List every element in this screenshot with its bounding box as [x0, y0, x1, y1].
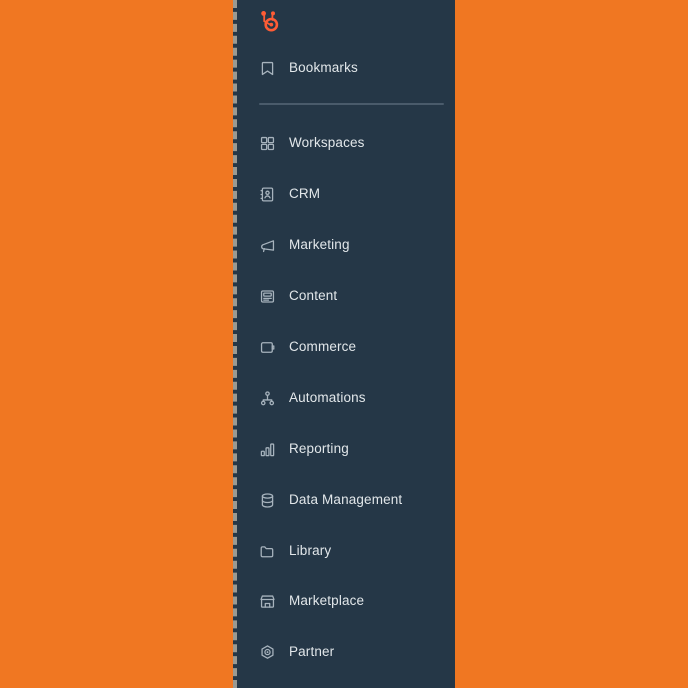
sidebar-item-content[interactable]: Content	[237, 279, 459, 313]
sidebar-item-commerce[interactable]: Commerce	[237, 330, 459, 364]
database-icon	[258, 491, 276, 509]
app-root: Bookmarks Workspaces CRM Marketing Conte…	[0, 0, 688, 688]
sidebar-item-label: Marketplace	[289, 593, 365, 609]
folder-icon	[258, 542, 276, 560]
sidebar-item-marketing[interactable]: Marketing	[237, 228, 459, 262]
left-navigation-sidebar: Bookmarks Workspaces CRM Marketing Conte…	[233, 0, 455, 688]
sidebar-item-crm[interactable]: CRM	[237, 177, 459, 211]
workflow-icon	[258, 389, 276, 407]
sidebar-item-label: Library	[289, 543, 332, 559]
wallet-icon	[258, 338, 276, 356]
contact-card-icon	[258, 185, 276, 203]
grid-icon	[258, 134, 276, 152]
megaphone-icon	[258, 236, 276, 254]
sidebar-item-label: Bookmarks	[289, 60, 358, 76]
sidebar-item-workspaces[interactable]: Workspaces	[237, 126, 459, 160]
sidebar-divider	[259, 103, 444, 105]
sidebar-item-label: Automations	[289, 390, 366, 406]
sidebar-item-label: Data Management	[289, 492, 403, 508]
sidebar-item-label: Workspaces	[289, 135, 365, 151]
sidebar-item-label: Partner	[289, 644, 335, 660]
newspaper-icon	[258, 287, 276, 305]
hubspot-logo[interactable]	[256, 6, 286, 36]
sidebar-item-bookmarks[interactable]: Bookmarks	[237, 51, 459, 85]
sidebar-item-label: CRM	[289, 186, 321, 202]
sidebar-item-marketplace[interactable]: Marketplace	[237, 584, 459, 618]
sidebar-item-label: Content	[289, 288, 338, 304]
sidebar-item-reporting[interactable]: Reporting	[237, 432, 459, 466]
bar-chart-icon	[258, 440, 276, 458]
sidebar-item-label: Marketing	[289, 237, 350, 253]
sidebar-item-automations[interactable]: Automations	[237, 381, 459, 415]
hubspot-sprocket-icon	[256, 8, 282, 34]
sidebar-item-label: Reporting	[289, 441, 349, 457]
storefront-icon	[258, 592, 276, 610]
sidebar-item-partner[interactable]: Partner	[237, 635, 459, 669]
sidebar-item-data-management[interactable]: Data Management	[237, 483, 459, 517]
bookmark-icon	[258, 59, 276, 77]
sidebar-item-library[interactable]: Library	[237, 534, 459, 568]
sidebar-item-label: Commerce	[289, 339, 357, 355]
badge-icon	[258, 643, 276, 661]
